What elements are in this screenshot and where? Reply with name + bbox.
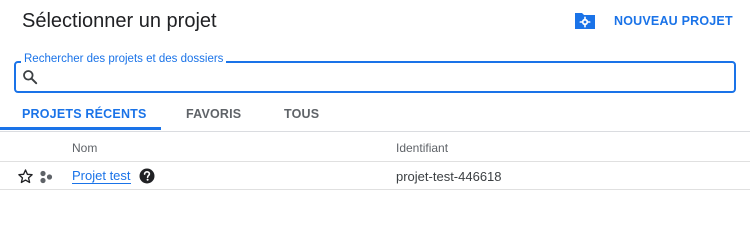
project-dots-icon (40, 170, 53, 184)
project-name-link[interactable]: Projet test (72, 168, 131, 184)
table-row[interactable]: Projet test projet-test-446618 (0, 162, 750, 190)
help-circle-icon[interactable] (139, 168, 155, 184)
folder-settings-button[interactable] (573, 11, 597, 31)
search-icon (23, 70, 38, 85)
project-identifier: projet-test-446618 (396, 169, 502, 184)
tab-all[interactable]: TOUS (284, 98, 319, 132)
star-outline-icon[interactable] (17, 168, 34, 185)
search-input[interactable] (44, 64, 724, 90)
tab-bar: PROJETS RÉCENTS FAVORIS TOUS (0, 98, 750, 132)
column-header-id[interactable]: Identifiant (396, 141, 448, 155)
dialog-title: Sélectionner un projet (22, 10, 217, 32)
active-tab-indicator (0, 127, 161, 130)
new-project-button[interactable]: NOUVEAU PROJET (614, 13, 733, 29)
folder-gear-icon (575, 13, 595, 29)
column-header-name[interactable]: Nom (72, 141, 97, 155)
tab-favorites[interactable]: FAVORIS (186, 98, 241, 132)
